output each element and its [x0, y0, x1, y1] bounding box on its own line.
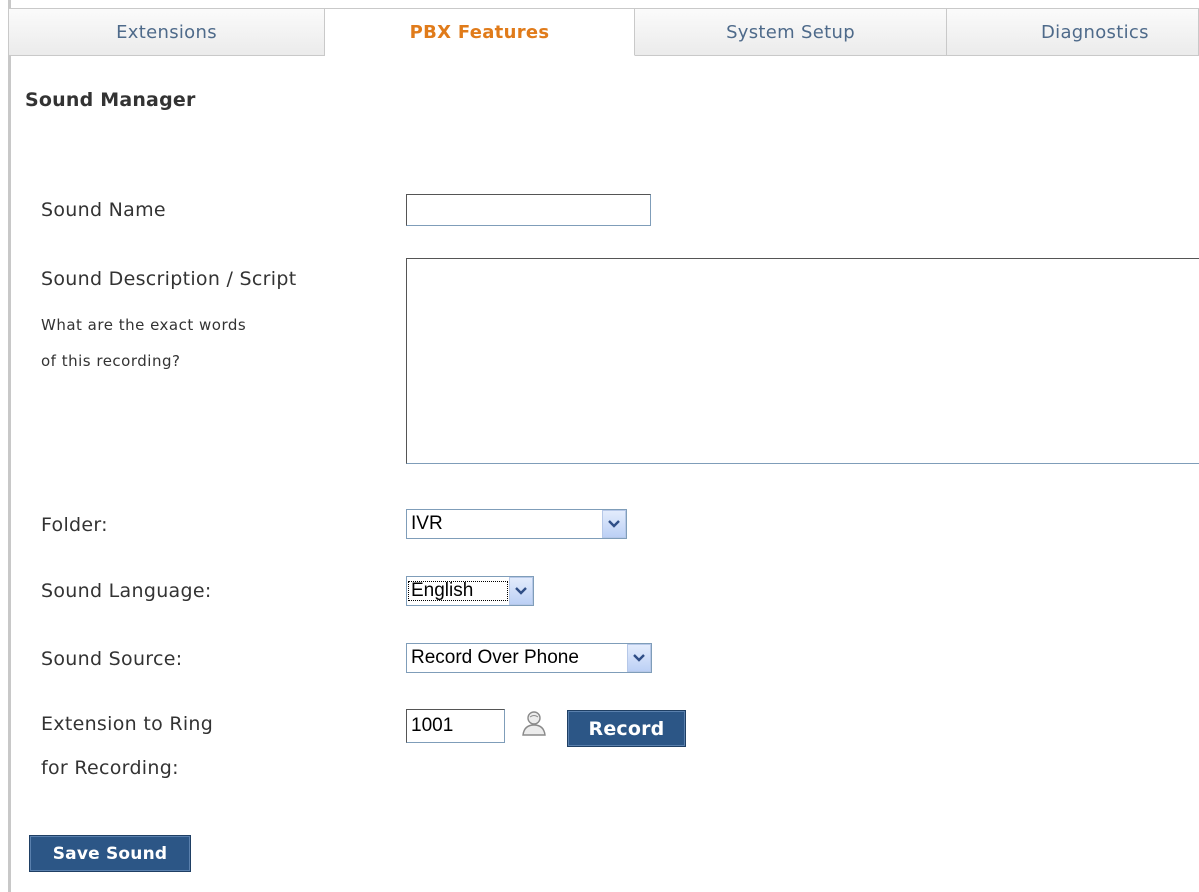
sound-source-label: Sound Source: [41, 648, 183, 670]
sound-name-label: Sound Name [41, 199, 166, 221]
sound-description-hint-line1: What are the exact words [41, 316, 247, 334]
extension-label-line1: Extension to Ring [41, 713, 214, 735]
content-frame-border [8, 0, 11, 892]
folder-label: Folder: [41, 514, 108, 536]
tab-diagnostics[interactable]: Diagnostics [947, 9, 1199, 56]
record-button[interactable]: Record [567, 710, 686, 747]
sound-manager-page: Extensions PBX Features System Setup Dia… [0, 0, 1199, 892]
folder-select[interactable]: IVR [406, 509, 627, 539]
sound-description-label: Sound Description / Script [41, 268, 297, 290]
person-icon[interactable] [521, 709, 549, 737]
sound-language-select-value: English [407, 580, 509, 602]
page-title: Sound Manager [25, 89, 196, 111]
tab-system-setup[interactable]: System Setup [635, 9, 947, 56]
extension-label-line2: for Recording: [41, 757, 179, 779]
folder-select-value: IVR [411, 513, 443, 534]
sound-language-label: Sound Language: [41, 580, 212, 602]
sound-source-select-value: Record Over Phone [411, 647, 579, 668]
tab-pbx-features[interactable]: PBX Features [325, 9, 635, 56]
extension-input[interactable] [406, 709, 505, 743]
main-tab-bar: Extensions PBX Features System Setup Dia… [8, 8, 1199, 56]
chevron-down-icon[interactable] [509, 577, 533, 605]
sound-name-input[interactable] [406, 194, 651, 226]
sound-language-select[interactable]: English [406, 576, 534, 606]
chevron-down-icon[interactable] [627, 644, 651, 672]
tab-extensions[interactable]: Extensions [9, 9, 325, 56]
sound-source-select[interactable]: Record Over Phone [406, 643, 652, 673]
sound-description-hint-line2: of this recording? [41, 352, 181, 370]
chevron-down-icon[interactable] [602, 510, 626, 538]
sound-description-textarea[interactable] [406, 258, 1199, 464]
save-sound-button[interactable]: Save Sound [29, 835, 191, 872]
